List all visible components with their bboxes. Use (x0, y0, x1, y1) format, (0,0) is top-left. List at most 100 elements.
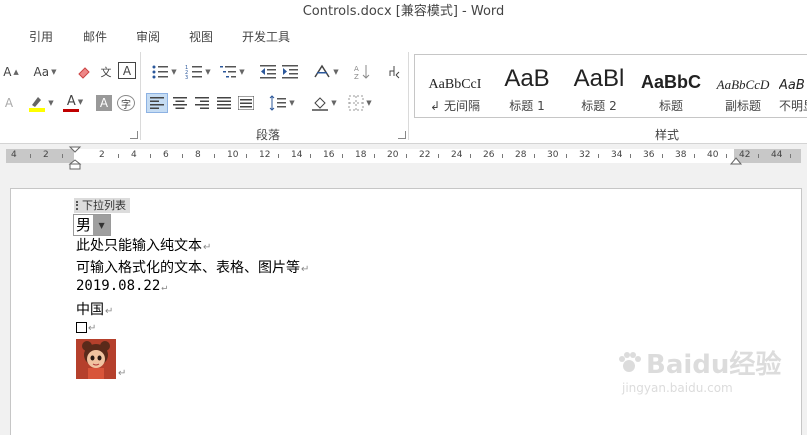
font-dialog-launcher[interactable] (130, 131, 138, 139)
paragraph-mark-icon: ↵ (105, 306, 114, 317)
numbering-icon: 123 (185, 65, 203, 80)
style-no-spacing[interactable]: AaBbCcI ↲ 无间隔 (419, 57, 491, 115)
align-center-button[interactable] (170, 93, 190, 113)
pilcrow-icon (389, 66, 400, 79)
paragraph-dialog-launcher[interactable] (398, 131, 406, 139)
tab-references[interactable]: 引用 (29, 28, 53, 45)
show-marks-button[interactable] (384, 62, 404, 82)
distributed-button[interactable] (236, 93, 256, 113)
ruler-tick (278, 154, 279, 158)
numbering-button[interactable]: 1 2 3 ▼ (182, 62, 214, 82)
dropdown-content-control[interactable]: 男 ▼ (73, 214, 112, 236)
content-control-tag[interactable]: 下拉列表 (74, 198, 130, 213)
ruler-label: 24 (451, 150, 463, 160)
horizontal-ruler[interactable]: 4 2 2 4 6 8 10 12 14 16 18 20 22 24 26 28 30 32 34 36 38 40 42… (0, 146, 807, 170)
paint-bucket-icon (312, 97, 329, 111)
ruler-tick (246, 154, 247, 158)
grow-font-button[interactable]: A ▲ (2, 62, 20, 82)
clear-format-button[interactable] (74, 62, 94, 82)
style-subtitle[interactable]: AaBbCcD 副标题 (707, 57, 779, 115)
ruler-tick (438, 154, 439, 158)
chinese-layout-button[interactable]: ▼ (310, 62, 342, 82)
ruler-label: 44 (771, 150, 783, 160)
document-page[interactable] (10, 188, 802, 435)
change-case-button[interactable]: Aa ▼ (28, 62, 62, 82)
ruler-label: 40 (707, 150, 719, 160)
highlight-button[interactable]: ▼ (24, 93, 58, 113)
ruler-tick (374, 154, 375, 158)
align-left-icon (150, 97, 164, 109)
line-spacing-button[interactable]: ▼ (266, 93, 298, 113)
ruler-label: 22 (419, 150, 431, 160)
indent-marker-icon[interactable] (68, 146, 82, 170)
ruler-tick (30, 154, 31, 158)
align-left-button[interactable] (146, 93, 168, 113)
ruler-tick (598, 154, 599, 158)
svg-text:A: A (354, 65, 359, 73)
ruler-tick (214, 154, 215, 158)
tab-review[interactable]: 审阅 (136, 28, 160, 45)
ruler-tick (790, 154, 791, 158)
ruler-label: 36 (643, 150, 655, 160)
text-effects-button[interactable]: A (2, 93, 16, 113)
tab-developer[interactable]: 开发工具 (242, 28, 290, 45)
font-color-button[interactable]: A ▼ (60, 93, 90, 113)
combo-box-control[interactable]: 中国↵ (76, 299, 113, 319)
highlighter-icon (29, 97, 46, 112)
justify-button[interactable] (214, 93, 234, 113)
svg-text:3: 3 (185, 75, 188, 80)
style-heading-1[interactable]: AaB 标题 1 (491, 57, 563, 115)
distributed-icon (238, 96, 254, 110)
cartoon-girl-picture (76, 339, 116, 379)
ruler-tick (118, 154, 119, 158)
right-indent-marker-icon[interactable] (729, 156, 743, 168)
date-picker-control[interactable]: 2019.08.22↵ (76, 278, 167, 294)
chevron-down-icon[interactable]: ▼ (93, 215, 111, 235)
group-separator (140, 52, 141, 140)
chinese-layout-icon (314, 64, 330, 78)
ruler-tick (406, 154, 407, 158)
ruler-tick (694, 154, 695, 158)
borders-button[interactable]: ▼ (344, 93, 376, 113)
char-border-button[interactable]: A (118, 62, 136, 79)
ruler-label: 14 (291, 150, 303, 160)
multilevel-list-button[interactable]: ▼ (216, 62, 248, 82)
ruler-label: 38 (675, 150, 687, 160)
char-shading-button[interactable]: A (96, 95, 112, 111)
tab-view[interactable]: 视图 (189, 28, 213, 45)
styles-gallery: AaBbCcI ↲ 无间隔 AaB 标题 1 AaBl 标题 2 AaBbC 标… (414, 54, 807, 118)
style-heading-2[interactable]: AaBl 标题 2 (563, 57, 635, 115)
align-right-button[interactable] (192, 93, 212, 113)
sort-button[interactable]: AZ (352, 62, 372, 82)
ruler-tick (150, 154, 151, 158)
watermark-url: jingyan.baidu.com (622, 381, 733, 395)
ribbon-tabs: 引用 邮件 审阅 视图 开发工具 (0, 24, 807, 48)
picture-content-control[interactable] (76, 339, 116, 379)
paragraph-group-label: 段落 (256, 128, 281, 142)
style-title[interactable]: AaBbC 标题 (635, 57, 707, 115)
eraser-icon (78, 67, 90, 79)
paw-icon (619, 351, 641, 372)
shading-button[interactable]: ▼ (308, 93, 340, 113)
ruler-label: 16 (323, 150, 335, 160)
dropdown-value: 男 (76, 216, 92, 234)
increase-indent-button[interactable] (280, 62, 300, 82)
group-separator (408, 52, 409, 140)
ruler-label: 30 (547, 150, 559, 160)
ruler-tick (566, 154, 567, 158)
window-title: Controls.docx [兼容模式] - Word (302, 4, 505, 19)
enclose-char-button[interactable]: 字 (117, 95, 135, 111)
ruler-tick (470, 154, 471, 158)
paragraph-mark-icon: ↵ (301, 264, 310, 275)
plain-text-control[interactable]: 此处只能输入纯文本↵ (76, 235, 211, 255)
bullets-icon (152, 65, 169, 79)
phonetic-guide-button[interactable]: 文 (96, 62, 116, 82)
styles-group-label: 样式 (655, 128, 680, 142)
tab-mailings[interactable]: 邮件 (83, 28, 107, 45)
ruler-label: 4 (11, 150, 17, 160)
checkbox-control[interactable] (76, 321, 87, 333)
bullets-button[interactable]: ▼ (148, 62, 180, 82)
rich-text-control[interactable]: 可输入格式化的文本、表格、图片等↵ (76, 257, 309, 277)
decrease-indent-button[interactable] (258, 62, 278, 82)
style-subtle-emphasis[interactable]: AaB 不明显 (779, 57, 807, 115)
